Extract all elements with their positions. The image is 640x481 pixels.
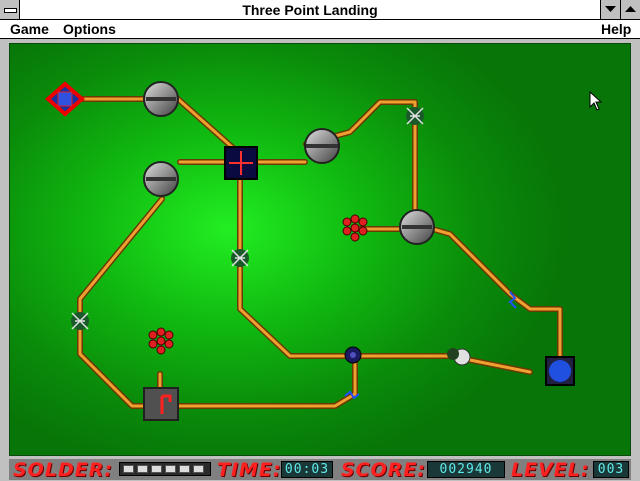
level-display: 003 — [593, 461, 629, 478]
menu-game[interactable]: Game — [10, 21, 49, 37]
bug-icon-3 — [71, 312, 89, 330]
score-display: 002940 — [427, 461, 505, 478]
bug-icon-2 — [231, 249, 249, 267]
minimize-button[interactable] — [600, 0, 620, 19]
time-display: 00:03 — [281, 461, 333, 478]
level-label: LEVEL: — [511, 459, 590, 481]
switch-knob-2[interactable] — [304, 128, 340, 164]
minimize-icon — [605, 6, 616, 12]
solder-cell — [151, 465, 162, 473]
window-title: Three Point Landing — [242, 2, 378, 18]
system-menu-button[interactable] — [0, 0, 20, 19]
time-label: TIME: — [217, 459, 282, 481]
menu-bar: Game Options Help — [0, 20, 640, 39]
flag-box-icon[interactable] — [143, 387, 179, 421]
system-menu-icon — [4, 8, 17, 13]
circuit-board[interactable] — [9, 43, 631, 456]
solder-label: SOLDER: — [13, 459, 113, 481]
title-bar: Three Point Landing — [0, 0, 640, 20]
bug-icon-1 — [406, 107, 424, 125]
bead-cluster-icon-1 — [342, 214, 368, 242]
menu-help[interactable]: Help — [601, 21, 631, 37]
circuit-svg — [44, 81, 575, 421]
probe-icon — [447, 348, 471, 366]
end-node-icon — [545, 356, 575, 386]
switch-knob-4[interactable] — [399, 209, 435, 245]
playfield: SOLDER: TIME: 00:03 SCORE: 002940 LEVEL:… — [0, 39, 640, 481]
solder-cell — [123, 465, 134, 473]
bead-cluster-icon-2 — [148, 327, 174, 355]
node-icon — [344, 346, 362, 364]
solder-cell — [137, 465, 148, 473]
solder-cell — [179, 465, 190, 473]
score-label: SCORE: — [341, 459, 426, 481]
solder-cell — [193, 465, 204, 473]
maximize-icon — [625, 6, 636, 12]
switch-knob-3[interactable] — [143, 161, 179, 197]
arrow-cursor-icon — [589, 91, 603, 111]
solder-cell — [165, 465, 176, 473]
switch-knob-1[interactable] — [143, 81, 179, 117]
maximize-button[interactable] — [620, 0, 640, 19]
menu-options[interactable]: Options — [63, 21, 116, 37]
start-diamond-icon — [44, 81, 86, 117]
solder-meter — [119, 462, 211, 476]
junction-chip-icon[interactable] — [224, 146, 258, 180]
status-bar: SOLDER: TIME: 00:03 SCORE: 002940 LEVEL:… — [9, 459, 631, 481]
